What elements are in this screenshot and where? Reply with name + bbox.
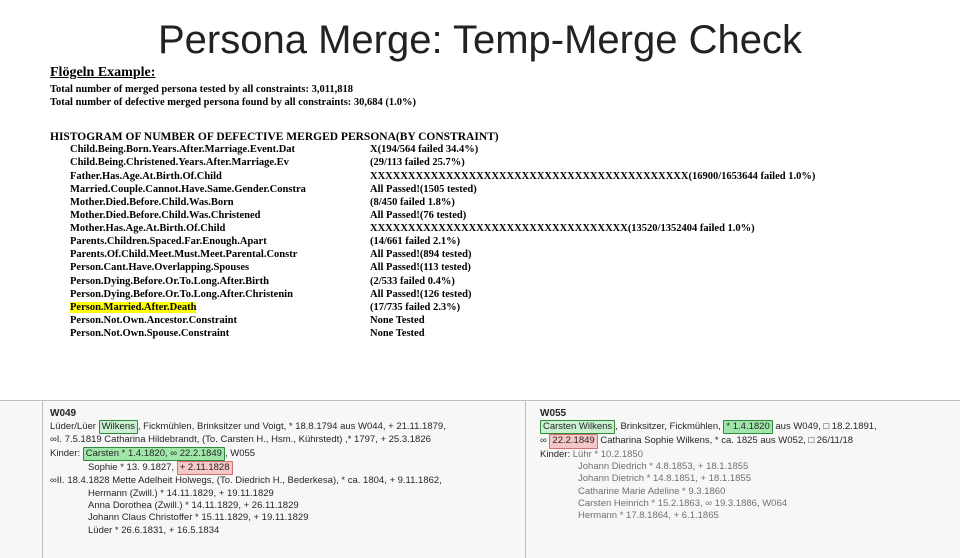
record-line: ∞II. 18.4.1828 Mette Adelheit Holwegs, (…	[50, 475, 505, 487]
histogram-row: Person.Not.Own.Ancestor.ConstraintNone T…	[70, 314, 960, 327]
kid-line: Johann Claus Christoffer * 15.11.1829, +…	[50, 512, 505, 524]
histogram-row: Person.Married.After.Death(17/735 failed…	[70, 301, 960, 314]
histogram-row: Mother.Has.Age.At.Birth.Of.ChildXXXXXXXX…	[70, 222, 960, 235]
surname-highlight: Wilkens	[99, 420, 138, 434]
histogram-row: Person.Dying.Before.Or.To.Long.After.Bir…	[70, 275, 960, 288]
record-line: Sophie * 13. 9.1827, + 2.11.1828	[50, 461, 505, 475]
constraint-result: XXXXXXXXXXXXXXXXXXXXXXXXXXXXXXXXXXXXXXXX…	[370, 170, 815, 183]
kid-line: Anna Dorothea (Zwill.) * 14.11.1829, + 2…	[50, 500, 505, 512]
histogram-row: Married.Couple.Cannot.Have.Same.Gender.C…	[70, 183, 960, 196]
constraint-name: Parents.Children.Spaced.Far.Enough.Apart	[70, 235, 370, 248]
constraint-result: All Passed!(894 tested)	[370, 248, 471, 261]
histogram-row: Mother.Died.Before.Child.Was.ChristenedA…	[70, 209, 960, 222]
kid-line: Hermann (Zwill.) * 14.11.1829, + 19.11.1…	[50, 488, 505, 500]
histogram-heading: HISTOGRAM OF NUMBER OF DEFECTIVE MERGED …	[50, 131, 960, 143]
histogram-row: Child.Being.Christened.Years.After.Marri…	[70, 156, 960, 169]
constraint-result: (17/735 failed 2.3%)	[370, 301, 460, 314]
histogram-row: Child.Being.Born.Years.After.Marriage.Ev…	[70, 143, 960, 156]
date-pink-box: + 2.11.1828	[177, 461, 233, 475]
constraint-result: XXXXXXXXXXXXXXXXXXXXXXXXXXXXXXXXXX(13520…	[370, 222, 755, 235]
kid-line: Johann Dietrich * 14.8.1851, + 18.1.1855	[540, 473, 920, 485]
total-tested: Total number of merged persona tested by…	[50, 83, 960, 96]
date-green-box: * 1.4.1820	[723, 420, 772, 434]
constraint-result: X(194/564 failed 34.4%)	[370, 143, 478, 156]
constraint-name: Mother.Has.Age.At.Birth.Of.Child	[70, 222, 370, 235]
histogram-row: Mother.Died.Before.Child.Was.Born(8/450 …	[70, 196, 960, 209]
record-line: ∞I. 7.5.1819 Catharina Hildebrandt, (To.…	[50, 434, 505, 446]
constraint-name: Child.Being.Born.Years.After.Marriage.Ev…	[70, 143, 370, 156]
constraint-result: None Tested	[370, 314, 425, 327]
constraint-result: (29/113 failed 25.7%)	[370, 156, 465, 169]
histogram-row: Person.Cant.Have.Overlapping.SpousesAll …	[70, 261, 960, 274]
constraint-name: Mother.Died.Before.Child.Was.Christened	[70, 209, 370, 222]
constraint-result: (14/661 failed 2.1%)	[370, 235, 460, 248]
totals-block: Total number of merged persona tested by…	[50, 83, 960, 109]
constraint-result: All Passed!(76 tested)	[370, 209, 466, 222]
kid-line: Carsten Heinrich * 15.2.1863, ∞ 19.3.188…	[540, 498, 920, 510]
kids-list: Hermann (Zwill.) * 14.11.1829, + 19.11.1…	[50, 488, 505, 537]
record-left: W049 Lüder/Lüer Wilkens, Fickmühlen, Bri…	[50, 407, 505, 537]
kid-line: Catharine Marie Adeline * 9.3.1860	[540, 486, 920, 498]
record-id: W049	[50, 407, 505, 420]
constraint-name: Person.Dying.Before.Or.To.Long.After.Bir…	[70, 275, 370, 288]
constraint-name: Person.Dying.Before.Or.To.Long.After.Chr…	[70, 288, 370, 301]
constraint-name: Child.Being.Christened.Years.After.Marri…	[70, 156, 370, 169]
record-line: ∞ 22.2.1849 Catharina Sophie Wilkens, * …	[540, 434, 920, 448]
record-id: W055	[540, 407, 920, 420]
constraint-result: None Tested	[370, 327, 425, 340]
kid-line: Lühr * 10.2.1850	[573, 449, 643, 460]
constraint-name: Person.Married.After.Death	[70, 301, 370, 314]
example-heading: Flögeln Example:	[50, 65, 960, 81]
column-separator	[525, 401, 526, 558]
histogram-row: Father.Has.Age.At.Birth.Of.ChildXXXXXXXX…	[70, 170, 960, 183]
constraint-result: All Passed!(1505 tested)	[370, 183, 477, 196]
kid-line: Johann Diedrich * 4.8.1853, + 18.1.1855	[540, 461, 920, 473]
record-compare-zone: W049 Lüder/Lüer Wilkens, Fickmühlen, Bri…	[0, 400, 960, 558]
histogram-row: Person.Not.Own.Spouse.ConstraintNone Tes…	[70, 327, 960, 340]
histogram-row: Parents.Children.Spaced.Far.Enough.Apart…	[70, 235, 960, 248]
constraint-name: Person.Cant.Have.Overlapping.Spouses	[70, 261, 370, 274]
record-line: Lüder/Lüer Wilkens, Fickmühlen, Brinksit…	[50, 420, 505, 434]
date-green-box: Carsten * 1.4.1820, ∞ 22.2.1849	[83, 447, 225, 461]
histogram-row: Person.Dying.Before.Or.To.Long.After.Chr…	[70, 288, 960, 301]
kid-line: Hermann * 17.8.1864, + 6.1.1865	[540, 510, 920, 522]
kids-list: Johann Diedrich * 4.8.1853, + 18.1.1855J…	[540, 461, 920, 523]
constraint-name: Parents.Of.Child.Meet.Must.Meet.Parental…	[70, 248, 370, 261]
column-separator	[42, 401, 43, 558]
histogram-row: Parents.Of.Child.Meet.Must.Meet.Parental…	[70, 248, 960, 261]
date-pink-box: 22.2.1849	[549, 434, 597, 448]
constraint-result: (2/533 failed 0.4%)	[370, 275, 455, 288]
constraint-result: (8/450 failed 1.8%)	[370, 196, 455, 209]
record-right: W055 Carsten Wilkens, Brinksitzer, Fickm…	[540, 407, 920, 523]
record-line: Carsten Wilkens, Brinksitzer, Fickmühlen…	[540, 420, 920, 434]
surname-highlight: Carsten Wilkens	[540, 420, 615, 434]
constraint-name: Married.Couple.Cannot.Have.Same.Gender.C…	[70, 183, 370, 196]
constraint-result: All Passed!(113 tested)	[370, 261, 471, 274]
constraint-name: Mother.Died.Before.Child.Was.Born	[70, 196, 370, 209]
slide-title: Persona Merge: Temp-Merge Check	[0, 18, 960, 63]
constraint-name: Father.Has.Age.At.Birth.Of.Child	[70, 170, 370, 183]
constraint-result: All Passed!(126 tested)	[370, 288, 471, 301]
record-line: Kinder: Lühr * 10.2.1850	[540, 449, 920, 461]
constraint-name: Person.Not.Own.Spouse.Constraint	[70, 327, 370, 340]
constraint-name: Person.Not.Own.Ancestor.Constraint	[70, 314, 370, 327]
histogram-table: Child.Being.Born.Years.After.Marriage.Ev…	[70, 143, 960, 340]
total-defective: Total number of defective merged persona…	[50, 96, 960, 109]
record-line: Kinder: Carsten * 1.4.1820, ∞ 22.2.1849 …	[50, 447, 505, 461]
kid-line: Lüder * 26.6.1831, + 16.5.1834	[50, 525, 505, 537]
